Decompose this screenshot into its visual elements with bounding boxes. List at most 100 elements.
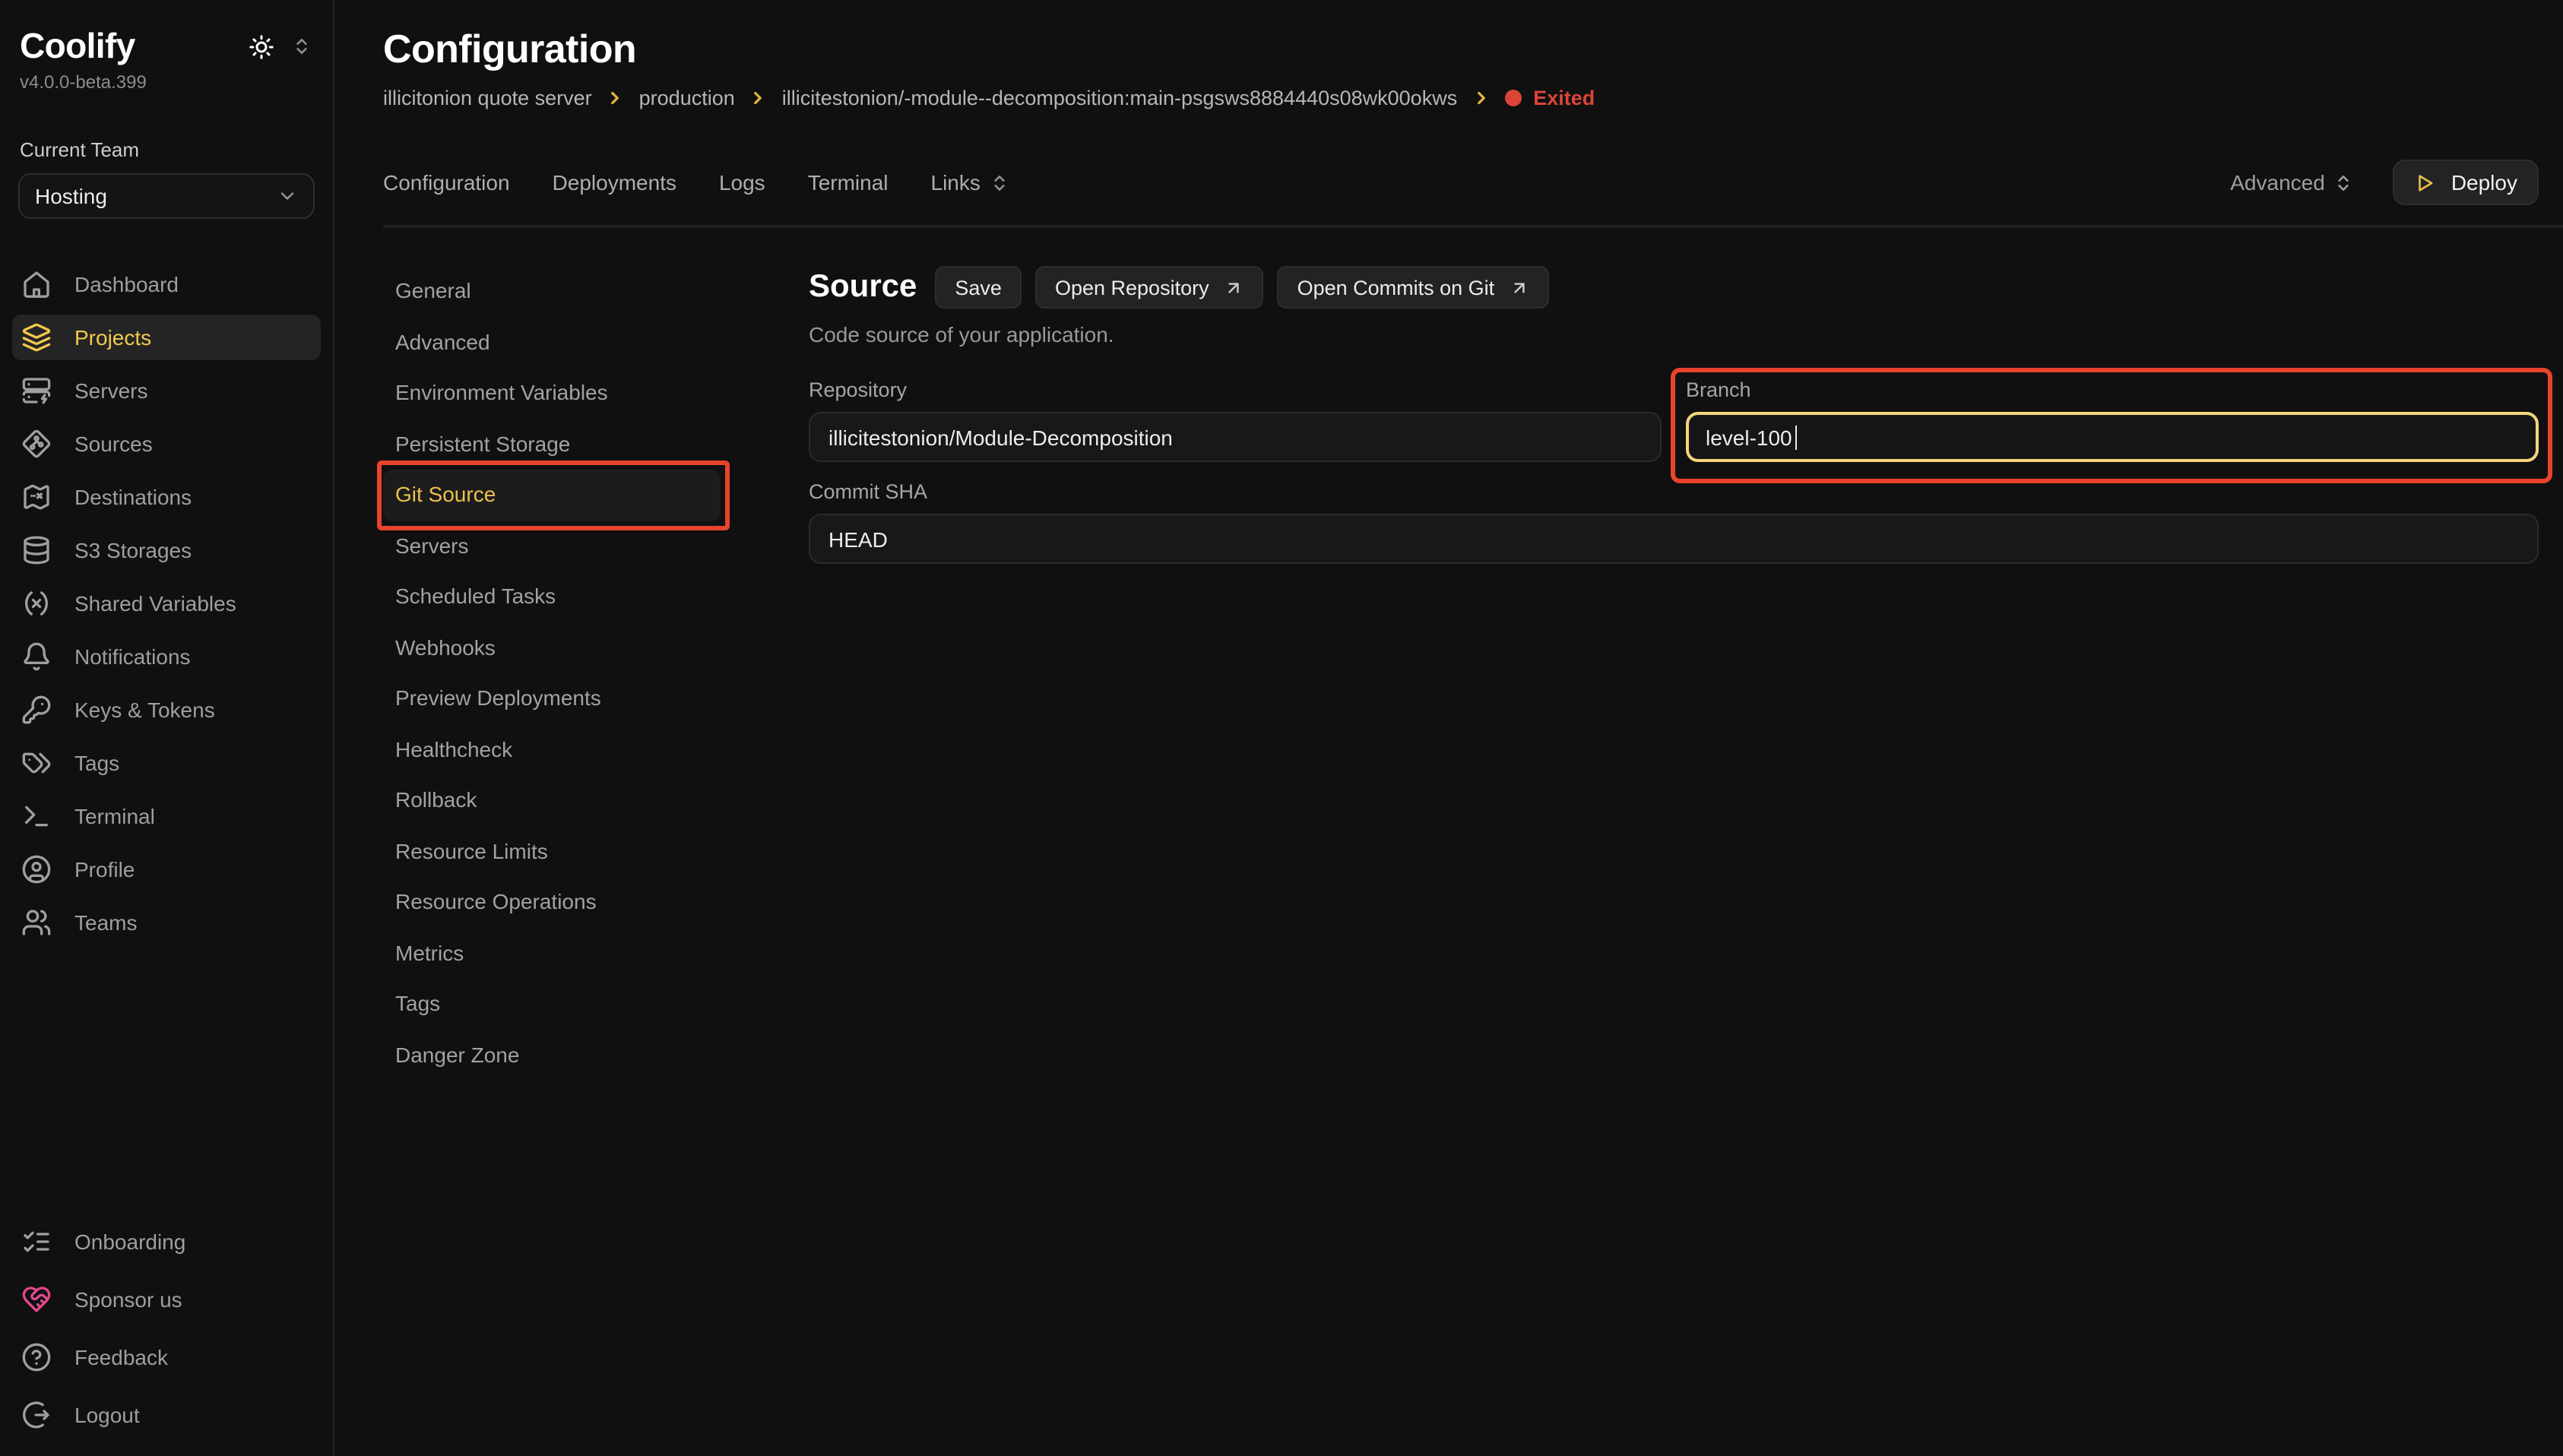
page-title: Configuration	[383, 26, 2539, 73]
branch-field: Branch level-100	[1686, 378, 2539, 462]
subnav-item-environment-variables[interactable]: Environment Variables	[383, 368, 721, 419]
tab-links[interactable]: Links	[931, 170, 1009, 195]
key-icon	[21, 695, 52, 725]
user-circle-icon	[21, 854, 52, 885]
tab-configuration[interactable]: Configuration	[383, 170, 510, 195]
sidebar-item-keys-tokens[interactable]: Keys & Tokens	[12, 687, 321, 733]
deploy-button[interactable]: Deploy	[2394, 160, 2539, 205]
chevrons-up-down-icon[interactable]	[292, 36, 312, 56]
content: General Advanced Environment Variables P…	[334, 228, 2563, 1456]
repository-input[interactable]	[809, 412, 1662, 462]
sidebar-item-feedback[interactable]: Feedback	[12, 1334, 321, 1380]
sidebar-item-onboarding[interactable]: Onboarding	[12, 1219, 321, 1265]
subnav-item-metrics[interactable]: Metrics	[383, 928, 721, 979]
home-icon	[21, 269, 52, 299]
sidebar: Coolify v4.0.0-beta.399 Current Team Hos…	[0, 0, 334, 1456]
breadcrumb: illicitonion quote server production ill…	[383, 87, 2539, 109]
sidebar-item-tags[interactable]: Tags	[12, 740, 321, 786]
terminal-icon	[21, 801, 52, 831]
section-title: Source	[809, 269, 917, 305]
sidebar-item-sponsor-us[interactable]: Sponsor us	[12, 1277, 321, 1322]
chevrons-up-down-icon	[2334, 173, 2354, 192]
server-icon	[21, 375, 52, 406]
source-form: Repository Branch level-100 Commit SHA	[809, 378, 2539, 564]
subnav-item-git-source[interactable]: Git Source	[383, 470, 721, 521]
sidebar-item-servers[interactable]: Servers	[12, 368, 321, 413]
sidebar-footer: Onboarding Sponsor us Feedback Logout	[0, 1219, 333, 1456]
subnav-item-scheduled-tasks[interactable]: Scheduled Tasks	[383, 571, 721, 622]
app-logo: Coolify	[20, 26, 248, 67]
settings-subnav: General Advanced Environment Variables P…	[383, 266, 721, 1456]
logout-icon	[21, 1400, 52, 1430]
sidebar-item-s3-storages[interactable]: S3 Storages	[12, 527, 321, 573]
variable-icon	[21, 588, 52, 619]
breadcrumb-project-link[interactable]: illicitonion quote server	[383, 87, 592, 109]
heart-handshake-icon	[21, 1284, 52, 1315]
team-selected-value: Hosting	[35, 184, 107, 208]
subnav-item-danger-zone[interactable]: Danger Zone	[383, 1030, 721, 1081]
tab-terminal[interactable]: Terminal	[808, 170, 889, 195]
tab-logs[interactable]: Logs	[719, 170, 765, 195]
arrow-up-right-icon	[1510, 277, 1529, 297]
list-checks-icon	[21, 1227, 52, 1257]
breadcrumb-environment-link[interactable]: production	[639, 87, 735, 109]
advanced-menu[interactable]: Advanced	[2230, 170, 2354, 195]
branch-label: Branch	[1686, 378, 2539, 401]
git-source-panel: Source Save Open Repository Open Commits…	[809, 266, 2539, 1456]
repository-label: Repository	[809, 378, 1662, 401]
open-repository-button[interactable]: Open Repository	[1035, 266, 1264, 309]
chevron-down-icon	[277, 185, 298, 207]
sidebar-nav: Dashboard Projects Servers Sources Desti…	[0, 261, 333, 1219]
open-commits-button[interactable]: Open Commits on Git	[1278, 266, 1550, 309]
section-description: Code source of your application.	[809, 322, 2539, 347]
sidebar-item-terminal[interactable]: Terminal	[12, 793, 321, 839]
commit-sha-field: Commit SHA	[809, 480, 2539, 564]
chevron-right-icon	[606, 88, 626, 108]
subnav-item-persistent-storage[interactable]: Persistent Storage	[383, 419, 721, 470]
chevron-right-icon	[749, 88, 768, 108]
sidebar-item-sources[interactable]: Sources	[12, 421, 321, 467]
arrow-up-right-icon	[1224, 277, 1244, 297]
subnav-item-healthcheck[interactable]: Healthcheck	[383, 724, 721, 775]
sidebar-item-profile[interactable]: Profile	[12, 847, 321, 892]
sidebar-item-shared-variables[interactable]: Shared Variables	[12, 581, 321, 626]
subnav-item-advanced[interactable]: Advanced	[383, 317, 721, 368]
subnav-item-webhooks[interactable]: Webhooks	[383, 622, 721, 673]
main-area: Configuration illicitonion quote server …	[334, 0, 2563, 1456]
save-button[interactable]: Save	[935, 266, 1022, 309]
sidebar-item-notifications[interactable]: Notifications	[12, 634, 321, 679]
subnav-item-tags[interactable]: Tags	[383, 979, 721, 1030]
bell-icon	[21, 641, 52, 672]
map-icon	[21, 482, 52, 512]
subnav-item-rollback[interactable]: Rollback	[383, 775, 721, 826]
chevrons-up-down-icon	[990, 173, 1009, 192]
tabbar: Configuration Deployments Logs Terminal …	[383, 160, 2563, 228]
subnav-item-servers[interactable]: Servers	[383, 521, 721, 571]
database-icon	[21, 535, 52, 565]
chevron-right-icon	[1471, 88, 1491, 108]
branch-input[interactable]: level-100	[1686, 412, 2539, 462]
sun-icon[interactable]	[248, 33, 275, 60]
status-dot-icon	[1504, 90, 1521, 106]
team-selector[interactable]: Hosting	[18, 173, 315, 219]
subnav-item-general[interactable]: General	[383, 266, 721, 317]
sidebar-item-destinations[interactable]: Destinations	[12, 474, 321, 520]
status-label: Exited	[1533, 87, 1595, 109]
sidebar-item-teams[interactable]: Teams	[12, 900, 321, 945]
tab-deployments[interactable]: Deployments	[553, 170, 676, 195]
current-team-label: Current Team	[20, 138, 313, 161]
help-circle-icon	[21, 1342, 52, 1372]
commit-sha-label: Commit SHA	[809, 480, 2539, 503]
subnav-item-resource-operations[interactable]: Resource Operations	[383, 877, 721, 928]
layers-icon	[21, 322, 52, 353]
breadcrumb-application-link[interactable]: illicitestonion/-module--decomposition:m…	[782, 87, 1457, 109]
sidebar-item-projects[interactable]: Projects	[12, 315, 321, 360]
panel-header: Source Save Open Repository Open Commits…	[809, 266, 2539, 309]
sidebar-item-dashboard[interactable]: Dashboard	[12, 261, 321, 307]
sidebar-item-logout[interactable]: Logout	[12, 1392, 321, 1438]
status-badge: Exited	[1504, 87, 1595, 109]
text-cursor	[1795, 425, 1798, 449]
subnav-item-resource-limits[interactable]: Resource Limits	[383, 826, 721, 877]
subnav-item-preview-deployments[interactable]: Preview Deployments	[383, 673, 721, 724]
commit-sha-input[interactable]	[809, 514, 2539, 564]
